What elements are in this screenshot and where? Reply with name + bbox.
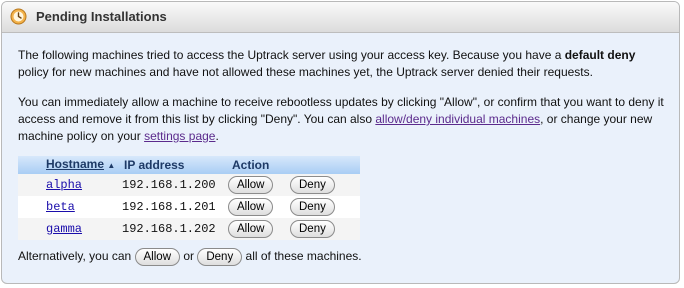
bulk-action-line: Alternatively, you can Allow or Deny all…: [18, 248, 668, 266]
panel-header: Pending Installations: [2, 2, 679, 33]
allow-all-button[interactable]: Allow: [134, 248, 180, 266]
intro-text-end: policy for new machines and have not all…: [18, 65, 593, 79]
intro-paragraph: The following machines tried to access t…: [18, 47, 668, 81]
pending-installations-panel: Pending Installations The following mach…: [1, 1, 680, 284]
table-row: gamma 192.168.1.202 Allow Deny: [18, 218, 360, 240]
hostname-link[interactable]: beta: [46, 200, 75, 214]
table-header-row: Hostname ▲ IP address Action: [18, 156, 360, 174]
panel-title: Pending Installations: [36, 9, 167, 24]
bulk-text-start: Alternatively, you can: [18, 249, 135, 264]
hostname-link[interactable]: gamma: [46, 222, 82, 236]
hostname-link[interactable]: alpha: [46, 178, 82, 192]
deny-button[interactable]: Deny: [290, 176, 335, 194]
ip-address-cell: 192.168.1.202: [122, 221, 216, 236]
allow-button[interactable]: Allow: [228, 176, 274, 194]
ip-column-label: IP address: [124, 157, 185, 172]
ip-address-cell: 192.168.1.201: [122, 199, 216, 214]
hostname-column-header[interactable]: Hostname ▲: [46, 156, 122, 174]
deny-button[interactable]: Deny: [290, 220, 335, 238]
clock-icon: [10, 8, 27, 25]
table-row: beta 192.168.1.201 Allow Deny: [18, 196, 360, 218]
sort-ascending-icon: ▲: [107, 161, 116, 170]
allow-button[interactable]: Allow: [228, 198, 274, 216]
allow-button[interactable]: Allow: [228, 220, 274, 238]
deny-button[interactable]: Deny: [290, 198, 335, 216]
bulk-text-or: or: [180, 249, 198, 264]
ip-address-cell: 192.168.1.200: [122, 177, 216, 192]
instructions-text-3: .: [215, 129, 219, 143]
intro-text-start: The following machines tried to access t…: [18, 48, 565, 62]
deny-all-button[interactable]: Deny: [197, 248, 243, 266]
settings-page-link[interactable]: settings page: [144, 129, 215, 143]
sort-hostname-link[interactable]: Hostname: [46, 157, 104, 171]
bulk-text-end: all of these machines.: [242, 249, 362, 264]
allow-deny-individual-link[interactable]: allow/deny individual machines: [375, 112, 540, 126]
action-column-header: Action: [228, 156, 360, 174]
ip-column-header: IP address: [122, 156, 228, 174]
action-column-label: Action: [232, 157, 270, 172]
pending-machines-table: Hostname ▲ IP address Action alpha 192.1…: [18, 156, 360, 240]
intro-bold-text: default deny: [564, 48, 636, 62]
table-row: alpha 192.168.1.200 Allow Deny: [18, 174, 360, 196]
instructions-paragraph: You can immediately allow a machine to r…: [18, 94, 668, 145]
